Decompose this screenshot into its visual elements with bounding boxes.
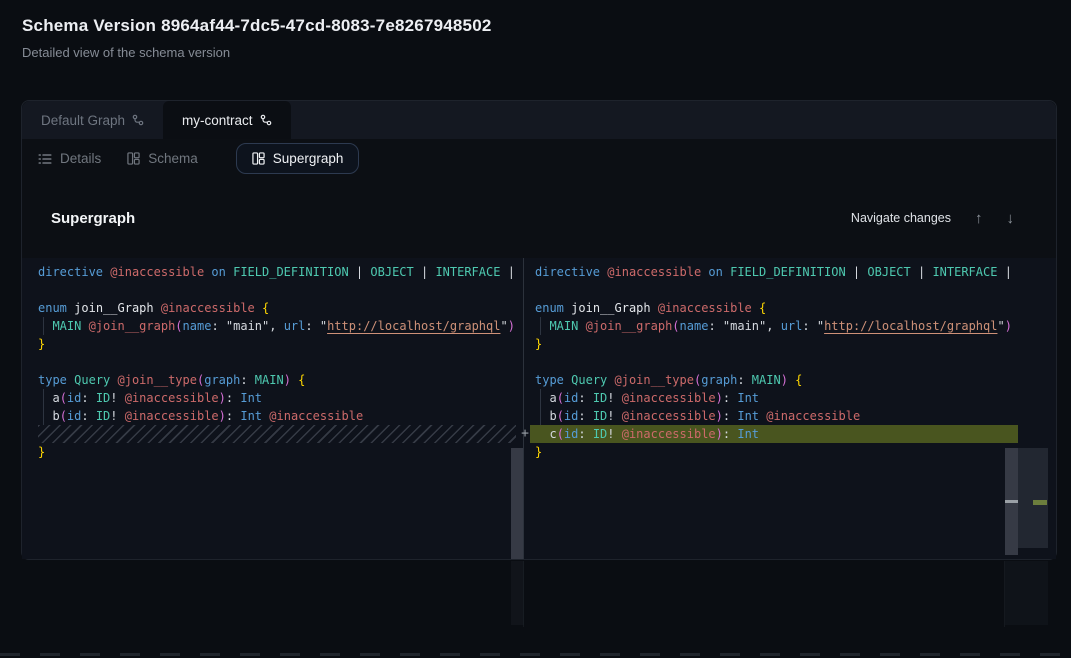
- tab-my-contract[interactable]: my-contract: [163, 101, 291, 139]
- code-line: MAIN @join__graph(name: "main", url: "ht…: [22, 317, 511, 335]
- page-subtitle: Detailed view of the schema version: [22, 45, 492, 60]
- graph-tabstrip: Default Graph my-contract: [22, 101, 1056, 139]
- bottom-dashed-divider: [0, 653, 1071, 656]
- minimap[interactable]: [1018, 258, 1048, 559]
- tab-schema[interactable]: Schema: [127, 151, 198, 166]
- tab-default-graph[interactable]: Default Graph: [22, 101, 163, 139]
- supergraph-section-header: Supergraph Navigate changes ↑ ↓: [22, 178, 1056, 258]
- code-line: [22, 281, 511, 299]
- page-title: Schema Version 8964af44-7dc5-47cd-8083-7…: [22, 16, 492, 36]
- added-code-line: c(id: ID! @inaccessible): Int: [530, 425, 1018, 443]
- code-line: [524, 353, 1005, 371]
- split-panels-icon: [252, 152, 265, 165]
- code-line: }: [22, 443, 511, 461]
- code-line: enum join__Graph @inaccessible {: [524, 299, 1005, 317]
- arrow-up-icon: ↑: [975, 210, 983, 227]
- code-line: MAIN @join__graph(name: "main", url: "ht…: [524, 317, 1005, 335]
- navigate-previous-change-button[interactable]: ↑: [975, 211, 983, 226]
- tab-label: my-contract: [182, 113, 253, 128]
- indent-guide: [43, 389, 44, 425]
- diff-left-pane[interactable]: directive @inaccessible on FIELD_DEFINIT…: [22, 258, 511, 559]
- code-line: a(id: ID! @inaccessible): Int: [524, 389, 1005, 407]
- overview-ruler-cursor-mark: [1005, 500, 1018, 503]
- indent-guide: [43, 317, 44, 335]
- diff-right-pane[interactable]: directive @inaccessible on FIELD_DEFINIT…: [524, 258, 1005, 559]
- variant-icon: [260, 114, 272, 126]
- code-line: directive @inaccessible on FIELD_DEFINIT…: [524, 263, 1005, 281]
- tab-details[interactable]: Details: [38, 151, 101, 166]
- code-line: b(id: ID! @inaccessible): Int @inaccessi…: [524, 407, 1005, 425]
- left-code: directive @inaccessible on FIELD_DEFINIT…: [22, 263, 511, 461]
- section-title: Supergraph: [51, 210, 135, 227]
- view-tab-label: Details: [60, 151, 101, 166]
- right-scrollbar[interactable]: [1005, 258, 1018, 559]
- minimap-overflow-ghost: [1005, 561, 1048, 625]
- right-code: directive @inaccessible on FIELD_DEFINIT…: [524, 263, 1005, 461]
- navigate-next-change-button[interactable]: ↓: [1007, 211, 1015, 226]
- code-line: b(id: ID! @inaccessible): Int @inaccessi…: [22, 407, 511, 425]
- code-line: type Query @join__type(graph: MAIN) {: [524, 371, 1005, 389]
- minimap-slider[interactable]: [1018, 448, 1048, 548]
- page-header: Schema Version 8964af44-7dc5-47cd-8083-7…: [22, 16, 492, 60]
- tab-supergraph[interactable]: Supergraph: [236, 143, 360, 174]
- divider-overflow-line: [523, 561, 524, 627]
- code-line: type Query @join__type(graph: MAIN) {: [22, 371, 511, 389]
- navigate-changes-cluster: Navigate changes ↑ ↓: [851, 211, 1014, 226]
- code-line: directive @inaccessible on FIELD_DEFINIT…: [22, 263, 511, 281]
- indent-guide: [540, 317, 541, 335]
- view-tab-label: Supergraph: [273, 151, 344, 166]
- minimap-added-line-mark: [1033, 500, 1047, 505]
- view-tabs-row: Details Schema Supergraph: [22, 139, 1056, 178]
- view-tab-label: Schema: [148, 151, 198, 166]
- arrow-down-icon: ↓: [1007, 210, 1015, 227]
- code-line: }: [22, 335, 511, 353]
- split-panels-icon: [127, 152, 140, 165]
- code-line: [22, 353, 511, 371]
- supergraph-diff-editor: directive @inaccessible on FIELD_DEFINIT…: [22, 258, 1056, 559]
- code-line: }: [524, 335, 1005, 353]
- indent-guide: [540, 389, 541, 425]
- variant-icon: [132, 114, 144, 126]
- code-line: [524, 281, 1005, 299]
- code-line: }: [524, 443, 1005, 461]
- code-line: enum join__Graph @inaccessible {: [22, 299, 511, 317]
- code-line: a(id: ID! @inaccessible): Int: [22, 389, 511, 407]
- navigate-changes-label: Navigate changes: [851, 211, 951, 225]
- tab-label: Default Graph: [41, 113, 125, 128]
- list-icon: [38, 153, 52, 165]
- diff-placeholder-line: [38, 425, 516, 443]
- divider-overflow-line: [1004, 561, 1005, 627]
